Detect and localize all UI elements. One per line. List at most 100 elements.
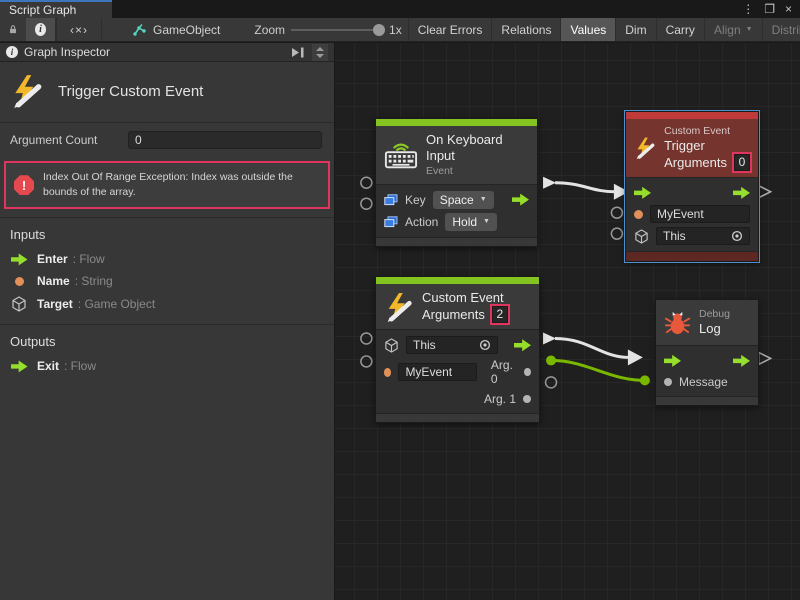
chevron-down-icon: ▼ xyxy=(746,26,753,33)
input-row-enter: Enter : Flow xyxy=(0,248,334,270)
lock-button[interactable] xyxy=(0,18,26,41)
arguments-count-field[interactable]: 2 xyxy=(492,306,508,323)
gameobject-label: GameObject xyxy=(153,23,220,37)
argument-count-input[interactable] xyxy=(128,131,322,149)
flow-out-port[interactable] xyxy=(514,339,531,352)
node-debug-log[interactable]: Debug Log Message xyxy=(655,299,759,406)
node-header: Custom Event Trigger Arguments 0 xyxy=(626,119,758,177)
flow-out-port[interactable] xyxy=(733,354,750,367)
flow-in-port[interactable] xyxy=(664,354,681,367)
wire-start-arrow xyxy=(543,332,556,344)
flow-out-port[interactable] xyxy=(733,186,750,199)
node-title: Log xyxy=(699,321,730,337)
outputs-section-header: Outputs xyxy=(0,325,334,355)
inspector-header: i Graph Inspector xyxy=(0,43,334,62)
port-trigger-target[interactable] xyxy=(611,228,622,239)
zoom-label: Zoom xyxy=(254,18,285,41)
relations-button[interactable]: Relations xyxy=(492,18,561,41)
unit-title: Trigger Custom Event xyxy=(58,83,203,100)
wire-keyboard-to-trigger[interactable] xyxy=(555,183,615,192)
values-button[interactable]: Values xyxy=(561,18,616,41)
value-out-port[interactable] xyxy=(524,368,531,376)
chevron-down-icon: ▼ xyxy=(480,196,487,203)
node-footer xyxy=(376,414,539,422)
target-field[interactable]: This xyxy=(656,227,750,245)
value-in-port[interactable] xyxy=(664,378,672,386)
port-keyboard-action[interactable] xyxy=(361,198,372,209)
tab-script-graph[interactable]: Script Graph xyxy=(0,0,112,18)
port-event-target[interactable] xyxy=(361,333,372,344)
panel-spinner[interactable] xyxy=(312,44,328,61)
exception-message-box: ! Index Out Of Range Exception: Index wa… xyxy=(4,161,330,209)
target-picker-icon[interactable] xyxy=(479,339,491,351)
node-custom-event[interactable]: Custom Event Arguments 2 This xyxy=(375,276,540,423)
spinner-down-icon[interactable] xyxy=(316,54,324,58)
event-name-field[interactable]: MyEvent xyxy=(650,205,750,223)
keyboard-input-icon xyxy=(384,140,418,170)
inspector-toggle-button[interactable]: i xyxy=(26,18,56,41)
main-area: i Graph Inspector Trigger Cus xyxy=(0,43,800,600)
spinner-up-icon[interactable] xyxy=(316,47,324,51)
clear-errors-button[interactable]: Clear Errors xyxy=(409,18,493,41)
port-trigger-name[interactable] xyxy=(611,207,622,218)
action-dropdown[interactable]: Hold ▼ xyxy=(445,213,497,231)
port-event-arg1[interactable] xyxy=(546,377,557,388)
arg1-label: Arg. 1 xyxy=(484,392,516,406)
maximize-icon[interactable]: ❐ xyxy=(764,2,775,16)
event-name-field[interactable]: MyEvent xyxy=(398,363,476,381)
node-title: Custom Event xyxy=(422,290,508,306)
target-field[interactable]: This xyxy=(406,336,498,354)
port-trigger-exit[interactable] xyxy=(759,186,771,198)
wire-event-to-debug[interactable] xyxy=(555,338,629,357)
node-footer xyxy=(376,238,537,246)
node-body: Key Space ▼ Action xyxy=(376,184,537,238)
menu-icon[interactable]: ⋮ xyxy=(742,2,754,16)
tab-title: Script Graph xyxy=(9,3,76,17)
zoom-value: 1x xyxy=(389,18,402,41)
flow-in-port[interactable] xyxy=(634,186,651,199)
code-icon: ‹×› xyxy=(70,23,88,37)
string-port-icon xyxy=(634,210,643,219)
inputs-section-header: Inputs xyxy=(0,218,334,248)
zoom-slider-handle[interactable] xyxy=(373,24,385,36)
gameobject-context[interactable]: GameObject xyxy=(124,18,228,41)
toolbar-buttons: Clear Errors Relations Values Dim Carry … xyxy=(408,18,800,41)
target-picker-icon[interactable] xyxy=(731,230,743,242)
key-dropdown[interactable]: Space ▼ xyxy=(433,191,494,209)
port-row-action: Action Hold ▼ xyxy=(376,211,537,233)
port-keyboard-key[interactable] xyxy=(361,177,372,188)
node-trigger-custom-event[interactable]: Custom Event Trigger Arguments 0 xyxy=(625,111,759,262)
port-event-name[interactable] xyxy=(361,356,372,367)
node-body: Message xyxy=(656,345,758,397)
node-header: Custom Event Arguments 2 xyxy=(376,284,539,329)
distribute-dropdown[interactable]: Distribute ▼ xyxy=(763,18,800,41)
argument-count-row: Argument Count xyxy=(0,123,334,155)
node-subtitle: Event xyxy=(426,165,529,178)
info-icon: i xyxy=(6,46,18,58)
graph-inspector-panel: i Graph Inspector Trigger Cus xyxy=(0,43,335,600)
graph-toolbar: i ‹×› GameObject Zoom 1x Clear Errors Re… xyxy=(0,18,800,42)
align-dropdown[interactable]: Align ▼ xyxy=(705,18,763,41)
carry-button[interactable]: Carry xyxy=(657,18,705,41)
inspector-header-title: Graph Inspector xyxy=(24,45,110,59)
node-on-keyboard-input[interactable]: On Keyboard Input Event Key Space ▼ xyxy=(375,118,538,247)
value-port-connected[interactable] xyxy=(640,375,650,385)
event-node-topbar xyxy=(376,277,539,284)
zoom-slider[interactable] xyxy=(291,18,383,41)
wire-end-arrow xyxy=(628,349,643,365)
value-out-port[interactable] xyxy=(523,395,531,403)
graph-canvas[interactable]: On Keyboard Input Event Key Space ▼ xyxy=(335,43,800,600)
arguments-count-field[interactable]: 0 xyxy=(734,154,750,171)
port-row-target: This xyxy=(626,225,758,247)
port-debug-exit[interactable] xyxy=(759,352,771,364)
flow-out-port[interactable] xyxy=(512,193,529,206)
value-port-connected[interactable] xyxy=(546,355,556,365)
node-title: Trigger xyxy=(664,138,750,154)
dim-button[interactable]: Dim xyxy=(616,18,656,41)
code-view-button[interactable]: ‹×› xyxy=(56,18,102,41)
keycode-icon xyxy=(384,216,398,228)
port-row-name: MyEvent xyxy=(626,203,758,225)
dock-panel-icon[interactable] xyxy=(290,46,306,59)
tab-strip: Script Graph ⋮ ❐ × xyxy=(0,0,800,18)
close-icon[interactable]: × xyxy=(785,2,792,16)
